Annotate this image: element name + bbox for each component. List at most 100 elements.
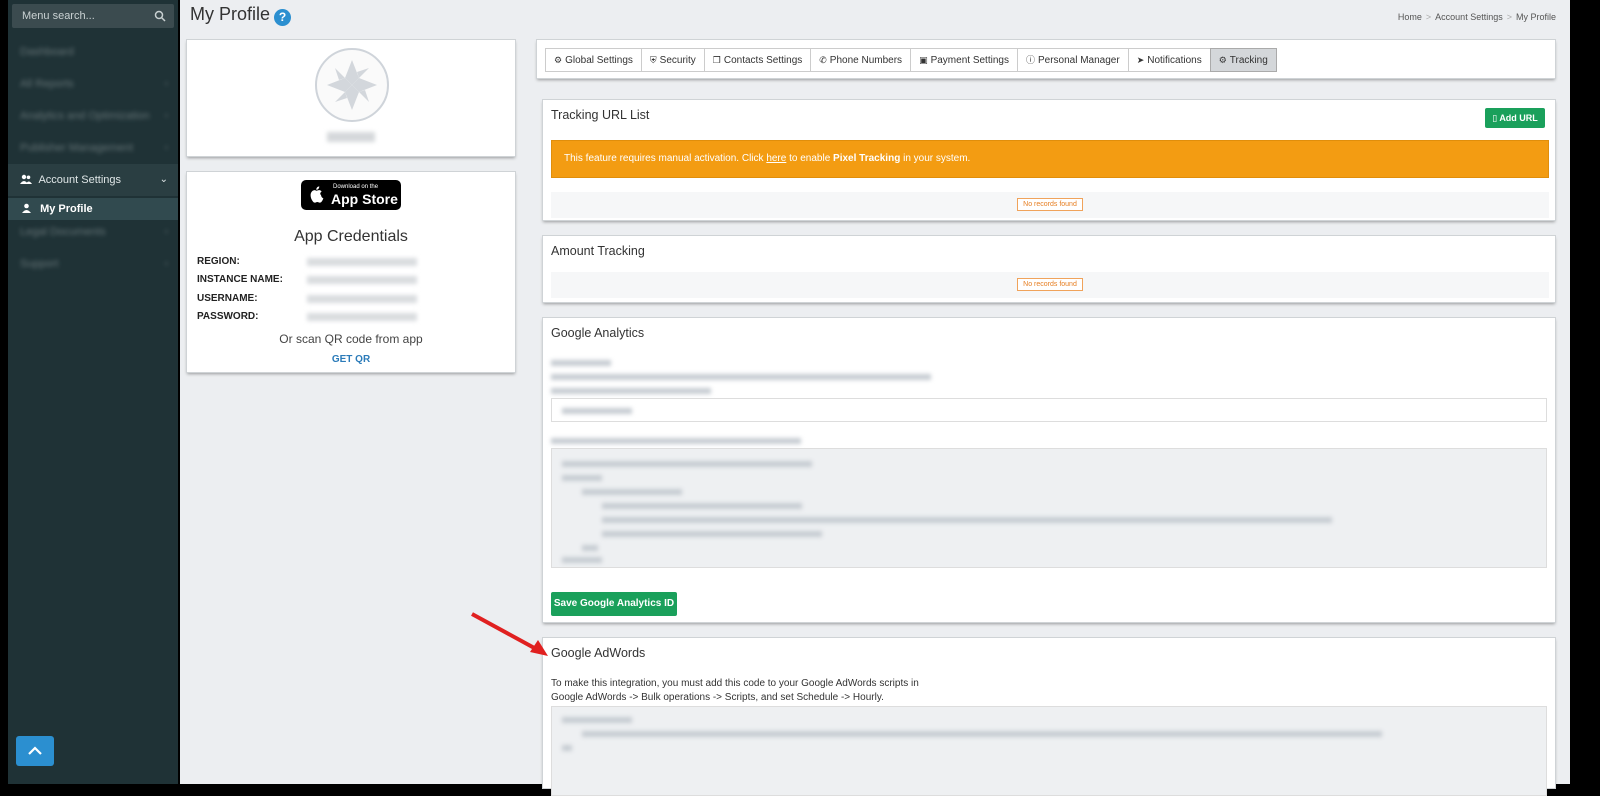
help-icon[interactable]: ? xyxy=(274,9,291,26)
alert-text-suffix: in your system. xyxy=(900,153,971,164)
sidebar-item-analytics[interactable]: Analytics and Optimization › xyxy=(8,100,178,132)
google-adwords-panel: Google AdWords To make this integration,… xyxy=(543,638,1555,796)
google-adwords-title: Google AdWords xyxy=(551,646,646,660)
chevron-right-icon: › xyxy=(164,78,168,89)
users-icon xyxy=(20,174,32,184)
main-content: My Profile ? Home > Account Settings > My Pr… xyxy=(180,0,1600,796)
credentials-title: App Credentials xyxy=(294,228,408,245)
money-icon: ▣ xyxy=(919,55,928,65)
save-google-analytics-button[interactable]: Save Google Analytics ID xyxy=(551,592,677,616)
tab-global-settings[interactable]: ⚙ Global Settings xyxy=(545,48,642,72)
tab-tracking[interactable]: ⚙ Tracking xyxy=(1209,48,1277,72)
sidebar-item-account-settings[interactable]: Account Settings ⌄ xyxy=(8,164,178,196)
tracking-url-title: Tracking URL List xyxy=(551,108,650,122)
tab-label: Notifications xyxy=(1147,55,1202,66)
pixel-tracking-alert: This feature requires manual activation.… xyxy=(551,140,1549,178)
get-qr-link[interactable]: GET QR xyxy=(187,354,515,365)
chevron-right-icon: › xyxy=(164,226,168,237)
breadcrumb-home[interactable]: Home xyxy=(1398,12,1422,22)
amount-tracking-panel: Amount Tracking No records found xyxy=(543,236,1555,302)
gears-icon: ⚙ xyxy=(554,55,563,65)
scan-qr-text: Or scan QR code from app xyxy=(279,332,423,346)
blurred-text xyxy=(551,388,711,394)
adwords-code-block xyxy=(551,706,1547,796)
analytics-id-input[interactable] xyxy=(551,398,1547,422)
chevron-right-icon: › xyxy=(164,142,168,153)
tab-security[interactable]: ⛨ Security xyxy=(640,48,705,72)
sidebar-item-legal[interactable]: Legal Documents › xyxy=(8,216,178,248)
tab-contacts-settings[interactable]: ❐ Contacts Settings xyxy=(703,48,812,72)
user-icon xyxy=(22,203,31,213)
blurred-code xyxy=(602,503,802,509)
settings-tabs-panel: ⚙ Global Settings ⛨ Security ❐ Contacts Set… xyxy=(537,40,1555,78)
password-value-blurred xyxy=(307,313,417,321)
blurred-code xyxy=(562,461,812,467)
page-title: My Profile xyxy=(190,4,271,24)
tab-label: Contacts Settings xyxy=(723,55,803,66)
sidebar-item-dashboard[interactable]: Dashboard xyxy=(8,36,178,68)
sidebar-item-label: Publisher Management xyxy=(20,142,134,154)
sidebar-item-support[interactable]: Support › xyxy=(8,248,178,280)
add-url-label: Add URL xyxy=(1499,113,1538,123)
gears-icon: ⚙ xyxy=(1218,55,1227,65)
blurred-code xyxy=(562,717,632,723)
breadcrumb-account-settings[interactable]: Account Settings xyxy=(1435,12,1503,22)
username-blurred xyxy=(327,132,375,142)
apple-icon xyxy=(310,186,324,203)
tab-personal-manager[interactable]: ⓘ Personal Manager xyxy=(1016,48,1129,72)
sidebar-item-label: Legal Documents xyxy=(20,226,106,238)
instance-name-label: INSTANCE NAME: xyxy=(197,274,283,285)
avatar-pattern-icon xyxy=(327,60,377,110)
app-store-badge[interactable]: Download on the App Store xyxy=(301,180,401,210)
username-value-blurred xyxy=(307,295,417,303)
sidebar: Menu search... Dashboard All Reports › A… xyxy=(8,0,178,784)
shield-icon: ⛨ xyxy=(649,55,657,65)
blurred-code xyxy=(602,517,1332,523)
tab-label: Tracking xyxy=(1229,55,1268,66)
tab-label: Personal Manager xyxy=(1037,55,1120,66)
sidebar-item-reports[interactable]: All Reports › xyxy=(8,68,178,100)
tab-phone-numbers[interactable]: ✆ Phone Numbers xyxy=(810,48,912,72)
blurred-text xyxy=(551,374,931,380)
copy-icon: ❐ xyxy=(712,55,721,65)
scroll-to-top-button[interactable] xyxy=(16,736,54,766)
chevron-right-icon: › xyxy=(164,258,168,269)
adwords-description-line1: To make this integration, you must add t… xyxy=(551,678,919,689)
no-records-badge: No records found xyxy=(1017,198,1083,211)
tab-label: Security xyxy=(659,55,696,66)
sidebar-item-label: Account Settings xyxy=(38,174,122,186)
avatar xyxy=(315,48,389,122)
info-icon: ⓘ xyxy=(1025,55,1035,65)
sidebar-item-label: Support xyxy=(20,258,59,270)
avatar-card xyxy=(187,40,515,156)
amount-tracking-empty-row: No records found xyxy=(551,272,1549,298)
tracking-url-panel: Tracking URL List ▯ Add URL This feature… xyxy=(543,100,1555,220)
tab-label: Phone Numbers xyxy=(829,55,903,66)
alert-here-link[interactable]: here xyxy=(766,153,786,164)
menu-search-input[interactable]: Menu search... xyxy=(12,4,174,28)
settings-tabs: ⚙ Global Settings ⛨ Security ❐ Contacts Set… xyxy=(545,48,1277,72)
region-label: REGION: xyxy=(197,256,240,267)
blurred-code xyxy=(582,545,598,551)
file-icon: ▯ xyxy=(1492,113,1498,123)
tab-notifications[interactable]: ➤ Notifications xyxy=(1127,48,1211,72)
add-url-button[interactable]: ▯ Add URL xyxy=(1485,108,1545,128)
app-credentials-card: Download on the App Store App Credential… xyxy=(187,172,515,372)
tab-payment-settings[interactable]: ▣ Payment Settings xyxy=(910,48,1018,72)
sidebar-subitem-label: My Profile xyxy=(40,203,93,215)
alert-text-prefix: This feature requires manual activation.… xyxy=(564,153,767,164)
blurred-code xyxy=(582,489,682,495)
paper-plane-icon: ➤ xyxy=(1136,55,1145,65)
app-store-big-text: App Store xyxy=(331,191,398,207)
adwords-description-line2: Google AdWords -> Bulk operations -> Scr… xyxy=(551,692,884,703)
blurred-code xyxy=(562,475,602,481)
region-value-blurred xyxy=(307,258,417,266)
alert-text-middle: to enable xyxy=(786,153,834,164)
tab-label: Payment Settings xyxy=(930,55,1009,66)
sidebar-item-publishers[interactable]: Publisher Management › xyxy=(8,132,178,164)
breadcrumb-current: My Profile xyxy=(1515,12,1556,22)
window-edge xyxy=(1570,0,1600,784)
search-icon[interactable] xyxy=(154,10,166,22)
blurred-placeholder xyxy=(562,408,632,414)
instance-name-value-blurred xyxy=(307,276,417,284)
